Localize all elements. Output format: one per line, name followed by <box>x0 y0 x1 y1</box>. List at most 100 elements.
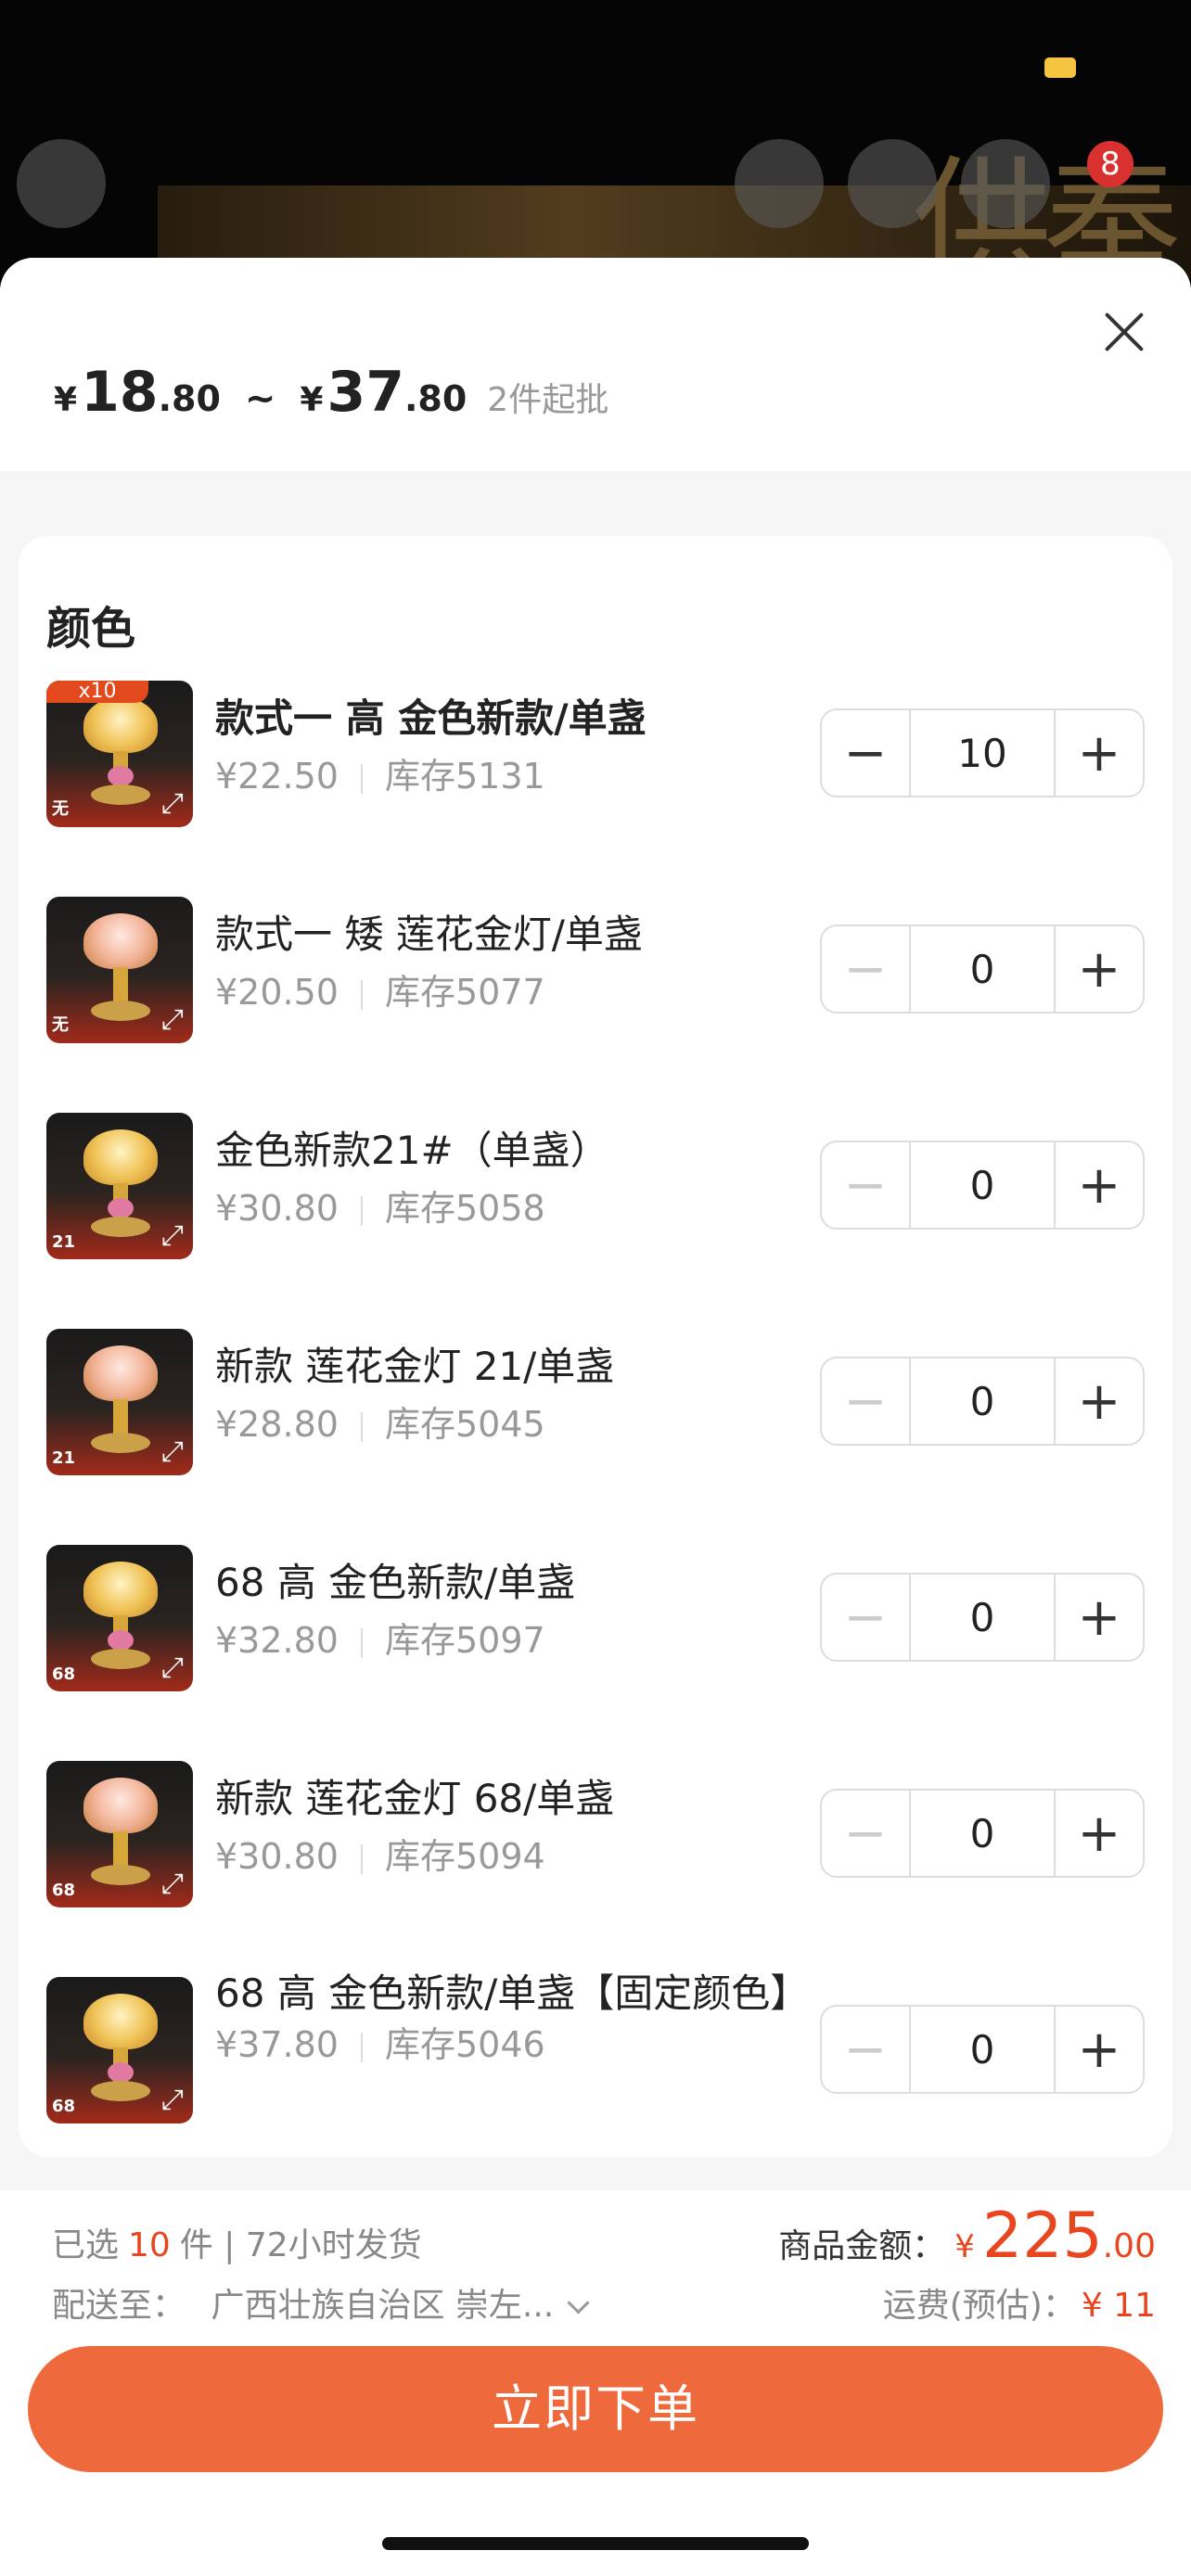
expand-icon[interactable]: ⤢ <box>161 1435 184 1468</box>
price-min-currency: ¥ <box>54 381 78 419</box>
home-indicator <box>382 2537 809 2550</box>
minus-icon[interactable]: − <box>822 1142 909 1228</box>
variant-price: ¥28.80 <box>215 1404 339 1445</box>
quantity-input[interactable]: 0 <box>909 926 1056 1012</box>
selected-summary: 已选 10 件 | 72小时发货 <box>52 2218 422 2266</box>
close-icon[interactable] <box>1096 304 1152 360</box>
variant-row: 无 ⤢ 款式一 矮 莲花金灯/单盏 ¥20.50 库存5077 − 0 + <box>19 897 1172 1045</box>
thumb-tag: 无 <box>52 1015 69 1035</box>
variant-stock: 库存5097 <box>384 1620 545 1661</box>
expand-icon[interactable]: ⤢ <box>161 2084 184 2116</box>
search-icon[interactable] <box>735 139 824 228</box>
expand-icon[interactable]: ⤢ <box>161 1003 184 1036</box>
thumb-tag: 21 <box>52 1448 76 1468</box>
amount-currency: ¥ <box>954 2228 975 2265</box>
variant-thumbnail[interactable]: 68 ⤢ <box>46 1761 193 1907</box>
amount-label: 商品金额： <box>778 2227 946 2265</box>
selected-suffix: 件 | 72小时发货 <box>179 2226 422 2264</box>
expand-icon[interactable]: ⤢ <box>161 787 184 820</box>
variant-thumbnail[interactable]: x10 无 ⤢ <box>46 681 193 827</box>
place-order-button[interactable]: 立即下单 <box>28 2346 1163 2472</box>
chevron-down-icon[interactable] <box>567 2291 590 2315</box>
variant-thumbnail[interactable]: 无 ⤢ <box>46 897 193 1043</box>
variant-thumbnail[interactable]: 21 ⤢ <box>46 1329 193 1475</box>
plus-icon[interactable]: + <box>1056 1358 1143 1444</box>
price-min-dec: .80 <box>158 378 221 419</box>
quantity-input[interactable]: 0 <box>909 1142 1056 1228</box>
variant-row: 68 ⤢ 新款 莲花金灯 68/单盏 ¥30.80 库存5094 − 0 + <box>19 1761 1172 1909</box>
variant-row: 68 ⤢ 68 高 金色新款/单盏【固定颜色】 ¥37.80 库存5046 − 0… <box>19 1971 1172 2125</box>
variant-stock: 库存5094 <box>384 1836 545 1877</box>
expand-icon[interactable]: ⤢ <box>161 1219 184 1252</box>
minus-icon[interactable]: − <box>822 1358 909 1444</box>
variant-thumbnail[interactable]: 21 ⤢ <box>46 1113 193 1259</box>
quantity-stepper: − 0 + <box>820 2005 1145 2094</box>
variant-price: ¥20.50 <box>215 972 339 1013</box>
plus-icon[interactable]: + <box>1056 1142 1143 1228</box>
expand-icon[interactable]: ⤢ <box>161 1651 184 1684</box>
minus-icon[interactable]: − <box>822 1791 909 1876</box>
share-icon[interactable] <box>961 139 1050 228</box>
min-order-label: 2件起批 <box>487 381 609 419</box>
qty-ribbon: x10 <box>46 681 148 703</box>
variant-price: ¥30.80 <box>215 1188 339 1229</box>
variant-thumbnail[interactable]: 68 ⤢ <box>46 1977 193 2123</box>
cart-icon[interactable] <box>848 139 937 228</box>
quantity-input[interactable]: 0 <box>909 1575 1056 1660</box>
plus-icon[interactable]: + <box>1056 710 1143 796</box>
deliver-label: 配送至： <box>52 2287 186 2325</box>
variant-name: 68 高 金色新款/单盏【固定颜色】 <box>215 1970 810 2016</box>
minus-icon[interactable]: − <box>822 2007 909 2092</box>
quantity-stepper: − 0 + <box>820 1357 1145 1446</box>
deliver-address: 广西壮族自治区 崇左... <box>211 2287 555 2325</box>
quantity-stepper: − 10 + <box>820 708 1145 797</box>
price-max-currency: ¥ <box>300 381 324 419</box>
thumb-tag: 68 <box>52 2097 76 2116</box>
price-max-int: 37 <box>327 360 404 425</box>
selected-count: 10 <box>128 2226 171 2264</box>
variant-name: 款式一 高 金色新款/单盏 <box>215 695 647 741</box>
delivery-address[interactable]: 配送至： 广西壮族自治区 崇左... <box>52 2278 590 2327</box>
variant-row: 68 ⤢ 68 高 金色新款/单盏 ¥32.80 库存5097 − 0 + <box>19 1545 1172 1693</box>
cart-badge: 8 <box>1087 141 1133 187</box>
variant-name: 款式一 矮 莲花金灯/单盏 <box>215 912 643 957</box>
minus-icon[interactable]: − <box>822 710 909 796</box>
variant-row: 21 ⤢ 金色新款21#（单盏） ¥30.80 库存5058 − 0 + <box>19 1113 1172 1261</box>
plus-icon[interactable]: + <box>1056 1791 1143 1876</box>
plus-icon[interactable]: + <box>1056 2007 1143 2092</box>
sheet-header: ¥ 18 .80 ~ ¥ 37 .80 2件起批 <box>0 258 1191 471</box>
variant-name: 68 高 金色新款/单盏 <box>215 1560 576 1605</box>
variant-stock: 库存5077 <box>384 972 545 1013</box>
variant-row: 21 ⤢ 新款 莲花金灯 21/单盏 ¥28.80 库存5045 − 0 + <box>19 1329 1172 1477</box>
quantity-input[interactable]: 0 <box>909 2007 1056 2092</box>
quantity-input[interactable]: 0 <box>909 1358 1056 1444</box>
quantity-stepper: − 0 + <box>820 1573 1145 1662</box>
back-icon[interactable] <box>17 139 106 228</box>
status-indicator <box>1044 57 1076 78</box>
plus-icon[interactable]: + <box>1056 1575 1143 1660</box>
order-footer: 已选 10 件 | 72小时发货 配送至： 广西壮族自治区 崇左... 商品金额： … <box>0 2190 1191 2576</box>
thumb-tag: 68 <box>52 1664 76 1684</box>
variant-row: x10 无 ⤢ 款式一 高 金色新款/单盏 ¥22.50 库存5131 − 10 … <box>19 681 1172 829</box>
variant-name: 金色新款21#（单盏） <box>215 1128 609 1173</box>
price-min-int: 18 <box>81 360 159 425</box>
goods-amount: 商品金额： ¥ 225 .00 <box>778 2200 1156 2273</box>
variant-stock: 库存5045 <box>384 1404 545 1445</box>
variant-thumbnail[interactable]: 68 ⤢ <box>46 1545 193 1691</box>
minus-icon[interactable]: − <box>822 926 909 1012</box>
shipping-estimate: 运费(预估)： ¥ 11 <box>883 2278 1156 2327</box>
price-max-dec: .80 <box>403 378 467 419</box>
amount-dec: .00 <box>1102 2227 1156 2265</box>
expand-icon[interactable]: ⤢ <box>161 1868 184 1900</box>
quantity-input[interactable]: 0 <box>909 1791 1056 1876</box>
minus-icon[interactable]: − <box>822 1575 909 1660</box>
variant-price: ¥32.80 <box>215 1620 339 1661</box>
variant-price: ¥37.80 <box>215 2024 339 2065</box>
quantity-input[interactable]: 10 <box>909 710 1056 796</box>
plus-icon[interactable]: + <box>1056 926 1143 1012</box>
variant-stock: 库存5046 <box>384 2024 545 2065</box>
variant-name: 新款 莲花金灯 68/单盏 <box>215 1776 615 1821</box>
thumb-tag: 无 <box>52 799 69 819</box>
background-page: 供奉 8 <box>0 0 1191 278</box>
quantity-stepper: − 0 + <box>820 1789 1145 1878</box>
